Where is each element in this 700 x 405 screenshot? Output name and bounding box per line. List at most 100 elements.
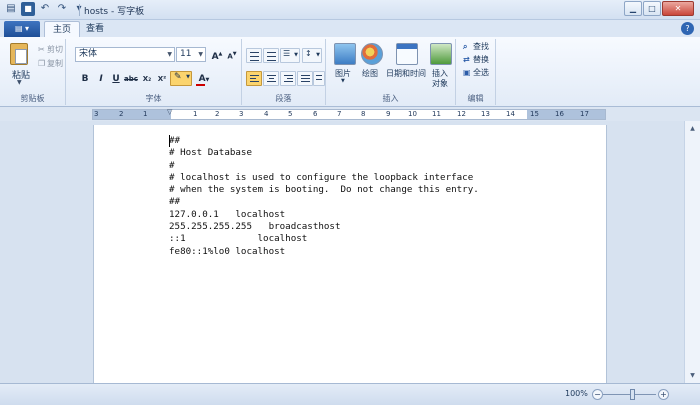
bold-button[interactable]: B [78,72,92,86]
indent-marker[interactable]: ▽ [167,108,172,116]
ruler-number: 10 [408,110,417,118]
select-all-icon: ▣ [463,68,471,77]
cut-button[interactable]: ✂ 剪切 [38,44,63,55]
ruler-number: 6 [313,110,318,118]
ruler-number: 16 [555,110,564,118]
line-spacing-button[interactable]: ↕ ▼ [302,48,322,63]
vertical-scrollbar[interactable]: ▲ ▼ [684,121,700,383]
replace-button[interactable]: ⇄ 替换 [463,54,489,65]
subscript-button[interactable]: X₂ [140,72,154,86]
ruler-number: 7 [337,110,342,118]
text-caret [169,135,170,147]
ruler-number: 3 [239,110,244,118]
copy-icon: ❐ [38,59,46,68]
clipboard-group-label: 剪贴板 [20,94,45,103]
paint-button[interactable]: 绘图 [362,68,378,79]
text-color-swatch [196,84,205,86]
ruler-number: 12 [457,110,466,118]
datetime-button[interactable]: 日期和时间 [386,68,426,79]
paint-icon[interactable] [361,43,383,65]
text-line: ## [169,196,181,208]
insert-object-icon[interactable] [430,43,452,65]
zoom-slider-thumb[interactable] [630,389,635,400]
zoom-out-button[interactable]: − [592,389,603,400]
highlight-color-button[interactable]: ✎ ▼ [170,71,192,86]
maximize-icon[interactable]: □ [643,1,661,16]
grow-font-label: A [211,52,219,62]
find-label: 查找 [473,42,489,51]
paste-dropdown-icon[interactable]: ▼ [17,79,22,86]
text-line: fe80::1%lo0 localhost [169,245,286,257]
bullets-button[interactable]: ☰ ▼ [280,48,300,63]
text-line: 255.255.255.255 broadcasthost [169,221,341,233]
italic-button[interactable]: I [94,72,108,86]
strikethrough-button[interactable]: abc [123,72,139,86]
font-size-select[interactable]: 11 ▼ [176,47,206,62]
calendar-icon[interactable] [396,43,418,65]
ruler-number: 3 [94,110,99,118]
help-icon[interactable]: ? [681,22,694,35]
font-group-label: 字体 [145,94,162,103]
text-line: # localhost is used to configure the loo… [169,171,474,183]
shrink-font-button[interactable]: A▼ [225,47,239,61]
scroll-up-icon[interactable]: ▲ [685,121,700,136]
find-button[interactable]: ⌕ 查找 [463,41,489,52]
select-all-button[interactable]: ▣ 全选 [463,67,489,78]
insert-group: 图片 ▼ 绘图 日期和时间 插入 对象 插入 [326,39,456,105]
align-center-button[interactable] [263,71,279,86]
paragraph-settings-button[interactable] [313,71,325,86]
app-menu-button[interactable]: ▤ ▾ [4,21,40,37]
replace-label: 替换 [473,55,489,64]
font-group: 宋体 ▼ 11 ▼ A▲ A▼ B I U abc X₂ X² ✎ ▼ A▼ 字… [66,39,242,105]
copy-button[interactable]: ❐ 复制 [38,58,63,69]
ruler-number: 1 [143,110,148,118]
justify-button[interactable] [297,71,313,86]
insert-group-label: 插入 [382,94,399,103]
ribbon: 粘贴 ▼ ✂ 剪切 ❐ 复制 剪贴板 宋体 ▼ 11 ▼ A▲ A▼ B I U a… [0,37,700,107]
picture-icon[interactable] [334,43,356,65]
tab-home[interactable]: 主页 [44,21,81,37]
scroll-down-icon[interactable]: ▼ [685,368,700,383]
minimize-icon[interactable]: ▁ [624,1,642,16]
font-size-value: 11 [180,49,192,59]
ruler-number: 4 [264,110,269,118]
ruler-number: 5 [288,110,293,118]
chevron-down-icon[interactable]: ▼ [341,78,345,84]
text-line: ::1 localhost [169,233,308,245]
insert-object-label-2[interactable]: 对象 [432,78,448,89]
undo-icon[interactable]: ↶ [38,2,52,16]
ruler-number: 15 [530,110,539,118]
zoom-in-button[interactable]: + [658,389,669,400]
document-text[interactable]: ## # Host Database # # localhost is used to… [169,135,479,258]
clipboard-group: 粘贴 ▼ ✂ 剪切 ❐ 复制 剪贴板 [0,39,66,105]
align-left-button[interactable] [246,71,262,86]
close-icon[interactable]: ✕ [662,1,694,16]
quick-access-toolbar: ▤ ■ ↶ ↷ ▾ [4,2,86,16]
text-color-button[interactable]: A▼ [194,72,214,86]
select-all-label: 全选 [473,68,489,77]
font-family-select[interactable]: 宋体 ▼ [75,47,175,62]
ruler-number: 2 [215,110,220,118]
window-title: hosts - 写字板 [84,7,145,17]
tab-view[interactable]: 查看 [78,21,112,37]
text-line: # [169,159,175,171]
grow-font-button[interactable]: A▲ [210,47,224,62]
line-spacing-icon: ↕ [305,49,312,58]
underline-button[interactable]: U [109,72,123,86]
align-right-button[interactable] [280,71,296,86]
title-separator [79,4,80,16]
ruler-number: 9 [386,110,391,118]
chevron-down-icon: ▼ [205,77,210,83]
chevron-down-icon: ▼ [198,51,203,58]
highlighter-icon: ✎ [174,72,182,82]
increase-indent-button[interactable] [263,48,279,63]
save-icon[interactable]: ■ [21,2,35,16]
ruler-number: 13 [481,110,490,118]
decrease-indent-button[interactable] [246,48,262,63]
ruler-number: 17 [580,110,589,118]
left-margin-area [93,110,171,119]
paste-icon[interactable] [10,43,28,65]
chevron-down-icon: ▼ [167,51,172,58]
redo-icon[interactable]: ↷ [55,2,69,16]
superscript-button[interactable]: X² [155,72,169,86]
